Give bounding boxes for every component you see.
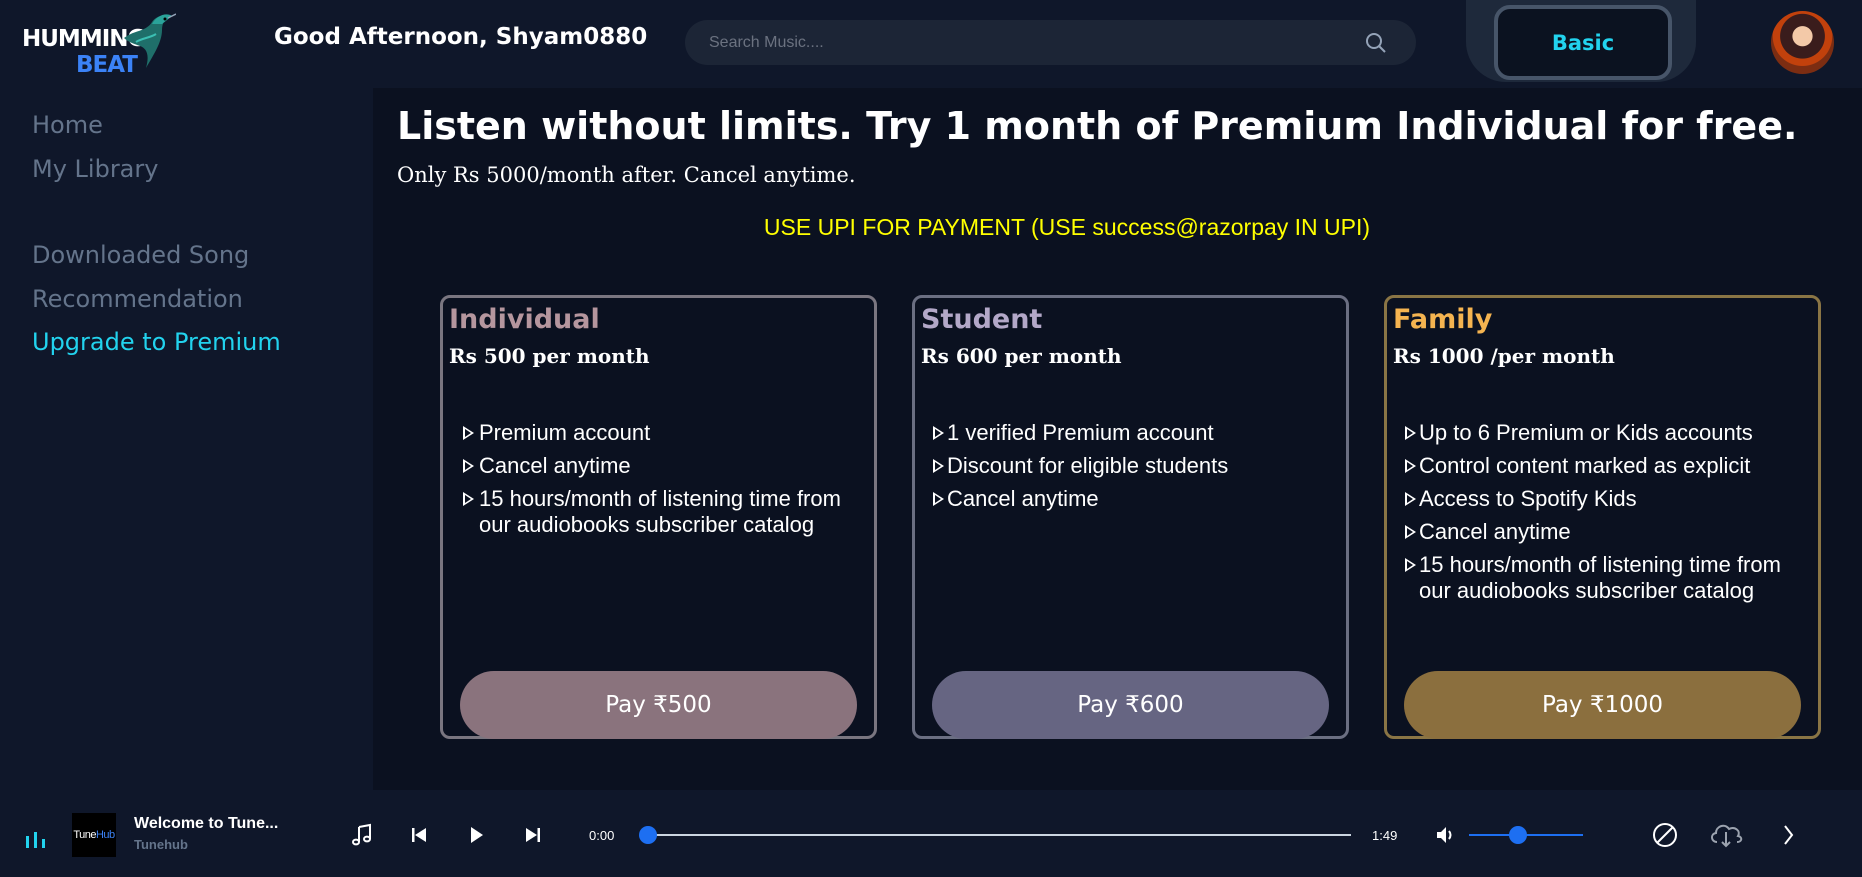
plan-features: Up to 6 Premium or Kids accounts Control… bbox=[1405, 420, 1813, 611]
pay-600-button[interactable]: Pay ₹600 bbox=[932, 671, 1329, 739]
plan-card-family: Family Rs 1000 /per month Up to 6 Premiu… bbox=[1384, 295, 1821, 739]
plan-price: Rs 500 per month bbox=[449, 344, 650, 368]
plan-price: Rs 1000 /per month bbox=[1393, 344, 1615, 368]
greeting-text: Good Afternoon, Shyam0880 bbox=[274, 24, 648, 50]
equalizer-icon bbox=[26, 832, 45, 848]
plan-card-student: Student Rs 600 per month 1 verified Prem… bbox=[912, 295, 1349, 739]
volume-icon[interactable] bbox=[1434, 823, 1458, 847]
plan-feature: Cancel anytime bbox=[933, 486, 1341, 512]
pay-500-button[interactable]: Pay ₹500 bbox=[460, 671, 857, 739]
search-bar[interactable] bbox=[685, 20, 1416, 65]
page-title: Listen without limits. Try 1 month of Pr… bbox=[397, 104, 1798, 148]
track-title: Welcome to Tune... bbox=[134, 815, 279, 832]
sidebar-item-upgrade-to-premium[interactable]: Upgrade to Premium bbox=[32, 328, 281, 356]
current-time: 0:00 bbox=[589, 828, 615, 843]
sidebar-item-home[interactable]: Home bbox=[32, 111, 103, 139]
progress-bar[interactable] bbox=[648, 834, 1351, 836]
plan-feature: Premium account bbox=[461, 420, 869, 446]
plan-title: Family bbox=[1393, 304, 1493, 335]
plan-price: Rs 600 per month bbox=[921, 344, 1122, 368]
plan-feature: 15 hours/month of listening time from ou… bbox=[1405, 552, 1813, 604]
plan-feature: Cancel anytime bbox=[461, 453, 869, 479]
search-input[interactable] bbox=[709, 30, 1309, 56]
sidebar-item-downloaded-song[interactable]: Downloaded Song bbox=[32, 241, 249, 269]
next-track-icon[interactable] bbox=[521, 823, 545, 847]
plan-title: Student bbox=[921, 304, 1043, 335]
previous-track-icon[interactable] bbox=[407, 823, 431, 847]
chevron-right-icon[interactable] bbox=[1780, 823, 1798, 847]
plan-feature: 15 hours/month of listening time from ou… bbox=[461, 486, 869, 538]
plan-features: Premium account Cancel anytime 15 hours/… bbox=[461, 420, 869, 545]
thumbnail-text-hub: Hub bbox=[95, 829, 115, 841]
sidebar-item-my-library[interactable]: My Library bbox=[32, 155, 158, 183]
plan-feature: 1 verified Premium account bbox=[933, 420, 1341, 446]
app-logo[interactable]: HUMMING BEAT bbox=[20, 12, 176, 80]
track-artist: Tunehub bbox=[134, 837, 188, 852]
upi-notice: USE UPI FOR PAYMENT (USE success@razorpa… bbox=[763, 214, 1371, 240]
sidebar: Home My Library Downloaded Song Recommen… bbox=[0, 88, 373, 790]
music-player-bar: TuneHub Welcome to Tune... Tunehub 0:00 … bbox=[0, 790, 1862, 877]
play-icon[interactable] bbox=[464, 823, 488, 847]
search-icon[interactable] bbox=[1364, 31, 1388, 55]
plan-features: 1 verified Premium account Discount for … bbox=[933, 420, 1341, 519]
top-header: HUMMING BEAT Good Afternoon, Shyam0880 B… bbox=[0, 0, 1862, 88]
progress-handle[interactable] bbox=[639, 826, 657, 844]
main-content: Listen without limits. Try 1 month of Pr… bbox=[373, 88, 1862, 790]
user-avatar[interactable] bbox=[1771, 11, 1834, 74]
plan-card-individual: Individual Rs 500 per month Premium acco… bbox=[440, 295, 877, 739]
sidebar-item-recommendation[interactable]: Recommendation bbox=[32, 285, 243, 313]
page-subtitle: Only Rs 5000/month after. Cancel anytime… bbox=[397, 163, 856, 187]
thumbnail-text-tune: Tune bbox=[73, 829, 96, 841]
block-icon[interactable] bbox=[1652, 822, 1678, 848]
hummingbird-icon bbox=[124, 13, 176, 68]
music-note-icon[interactable] bbox=[350, 823, 374, 847]
volume-handle[interactable] bbox=[1509, 826, 1528, 844]
total-time: 1:49 bbox=[1372, 828, 1398, 843]
track-thumbnail: TuneHub bbox=[72, 813, 116, 857]
plan-feature: Up to 6 Premium or Kids accounts bbox=[1405, 420, 1813, 446]
plan-feature: Discount for eligible students bbox=[933, 453, 1341, 479]
pay-1000-button[interactable]: Pay ₹1000 bbox=[1404, 671, 1801, 739]
plan-badge-button[interactable]: Basic bbox=[1494, 5, 1672, 80]
cloud-download-icon[interactable] bbox=[1708, 820, 1744, 848]
plan-feature: Cancel anytime bbox=[1405, 519, 1813, 545]
plan-feature: Access to Spotify Kids bbox=[1405, 486, 1813, 512]
plan-feature: Control content marked as explicit bbox=[1405, 453, 1813, 479]
plan-title: Individual bbox=[449, 304, 600, 335]
